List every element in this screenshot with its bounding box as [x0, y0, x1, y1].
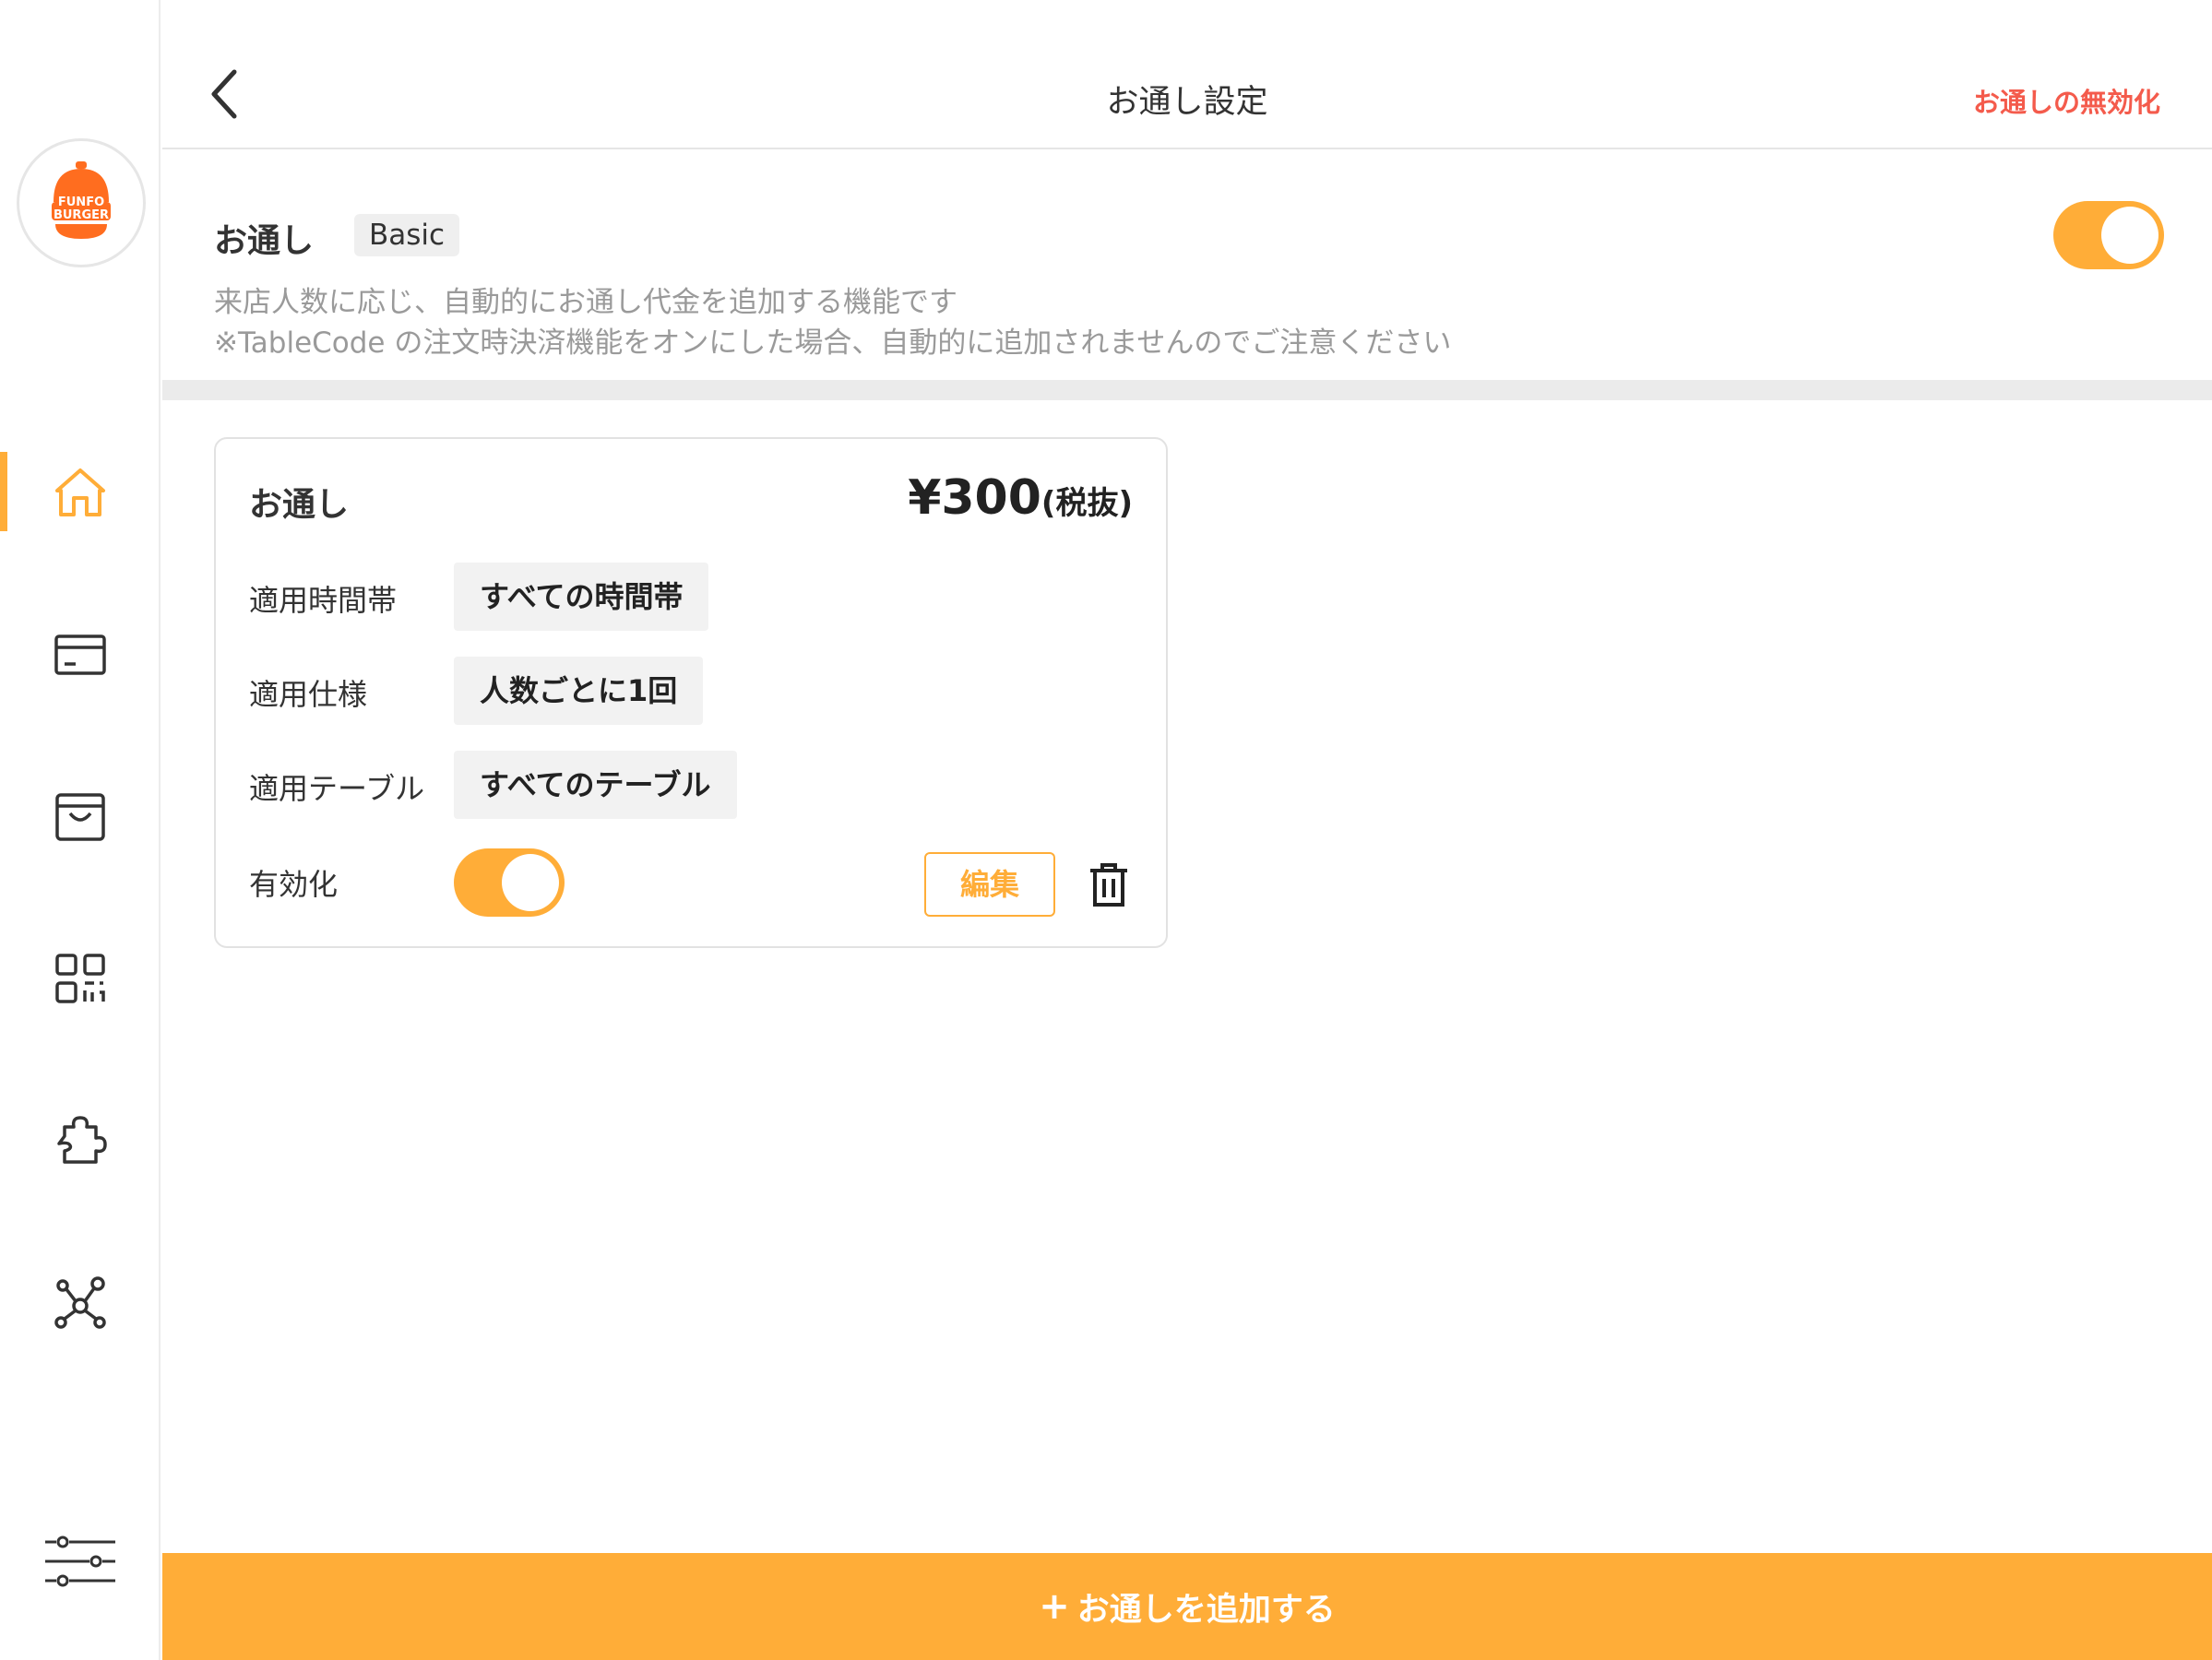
page-title: お通し設定 — [1106, 84, 1268, 121]
network-icon — [54, 1276, 106, 1329]
table-value: すべてのテーブル — [454, 751, 737, 819]
plus-icon: + — [1039, 1585, 1070, 1628]
qr-code-icon — [55, 954, 105, 1003]
card-title: お通し — [249, 486, 350, 524]
card-enable-toggle[interactable] — [454, 848, 565, 917]
logo-text-line2: BURGER — [53, 208, 110, 222]
price-tax-note: (税抜) — [1041, 485, 1133, 522]
sidebar: FUNFO BURGER — [0, 0, 161, 1660]
description-line-2: ※TableCode の注文時決済機能をオンにした場合、自動的に追加されませんの… — [214, 326, 1452, 360]
disable-otoshi-link[interactable]: お通しの無効化 — [1973, 81, 2160, 120]
page-header: お通し設定 お通しの無効化 — [162, 0, 2212, 149]
section-title: お通し — [214, 222, 315, 260]
add-otoshi-button[interactable]: + お通しを追加する — [162, 1553, 2212, 1660]
spec-label: 適用仕様 — [249, 677, 368, 712]
sidebar-item-qr[interactable] — [0, 939, 161, 1018]
sidebar-item-card[interactable] — [0, 614, 161, 694]
sidebar-item-plugins[interactable] — [0, 1101, 161, 1180]
sidebar-item-network[interactable] — [0, 1263, 161, 1343]
enable-label: 有効化 — [249, 867, 339, 902]
trash-icon — [1090, 863, 1127, 907]
section-description: 来店人数に応じ、自動的にお通し代金を追加する機能です ※TableCode の注… — [214, 282, 1451, 363]
logo-text-line1: FUNFO — [57, 196, 105, 209]
settings-sliders-icon — [45, 1536, 115, 1587]
sidebar-item-settings[interactable] — [0, 1522, 161, 1601]
otoshi-card: お通し ¥300(税抜) 適用時間帯 すべての時間帯 適用仕様 人数ごとに1回 … — [214, 437, 1168, 948]
spec-value: 人数ごとに1回 — [454, 657, 704, 725]
table-label: 適用テーブル — [249, 771, 425, 806]
toggle-knob — [2101, 207, 2158, 264]
shopping-bag-icon — [55, 793, 105, 841]
delete-button[interactable] — [1083, 858, 1135, 913]
brand-logo: FUNFO BURGER — [17, 138, 146, 267]
basic-settings-section: お通し Basic 来店人数に応じ、自動的にお通し代金を追加する機能です ※Ta… — [162, 151, 2212, 380]
card-icon — [54, 634, 106, 675]
sidebar-item-shop[interactable] — [0, 777, 161, 856]
price-value: ¥300 — [908, 470, 1041, 526]
toggle-knob — [502, 854, 559, 911]
time-range-label: 適用時間帯 — [249, 583, 398, 618]
puzzle-icon — [57, 1116, 107, 1164]
card-price: ¥300(税抜) — [908, 470, 1133, 526]
description-line-1: 来店人数に応じ、自動的にお通し代金を追加する機能です — [214, 286, 957, 319]
feature-toggle[interactable] — [2053, 201, 2164, 269]
add-button-label: お通しを追加する — [1076, 1591, 1336, 1629]
section-divider — [162, 380, 2212, 400]
plan-badge: Basic — [354, 214, 460, 256]
home-icon — [55, 468, 105, 516]
edit-button[interactable]: 編集 — [924, 852, 1055, 917]
sidebar-item-home[interactable] — [0, 452, 161, 531]
time-range-value: すべての時間帯 — [454, 563, 709, 631]
